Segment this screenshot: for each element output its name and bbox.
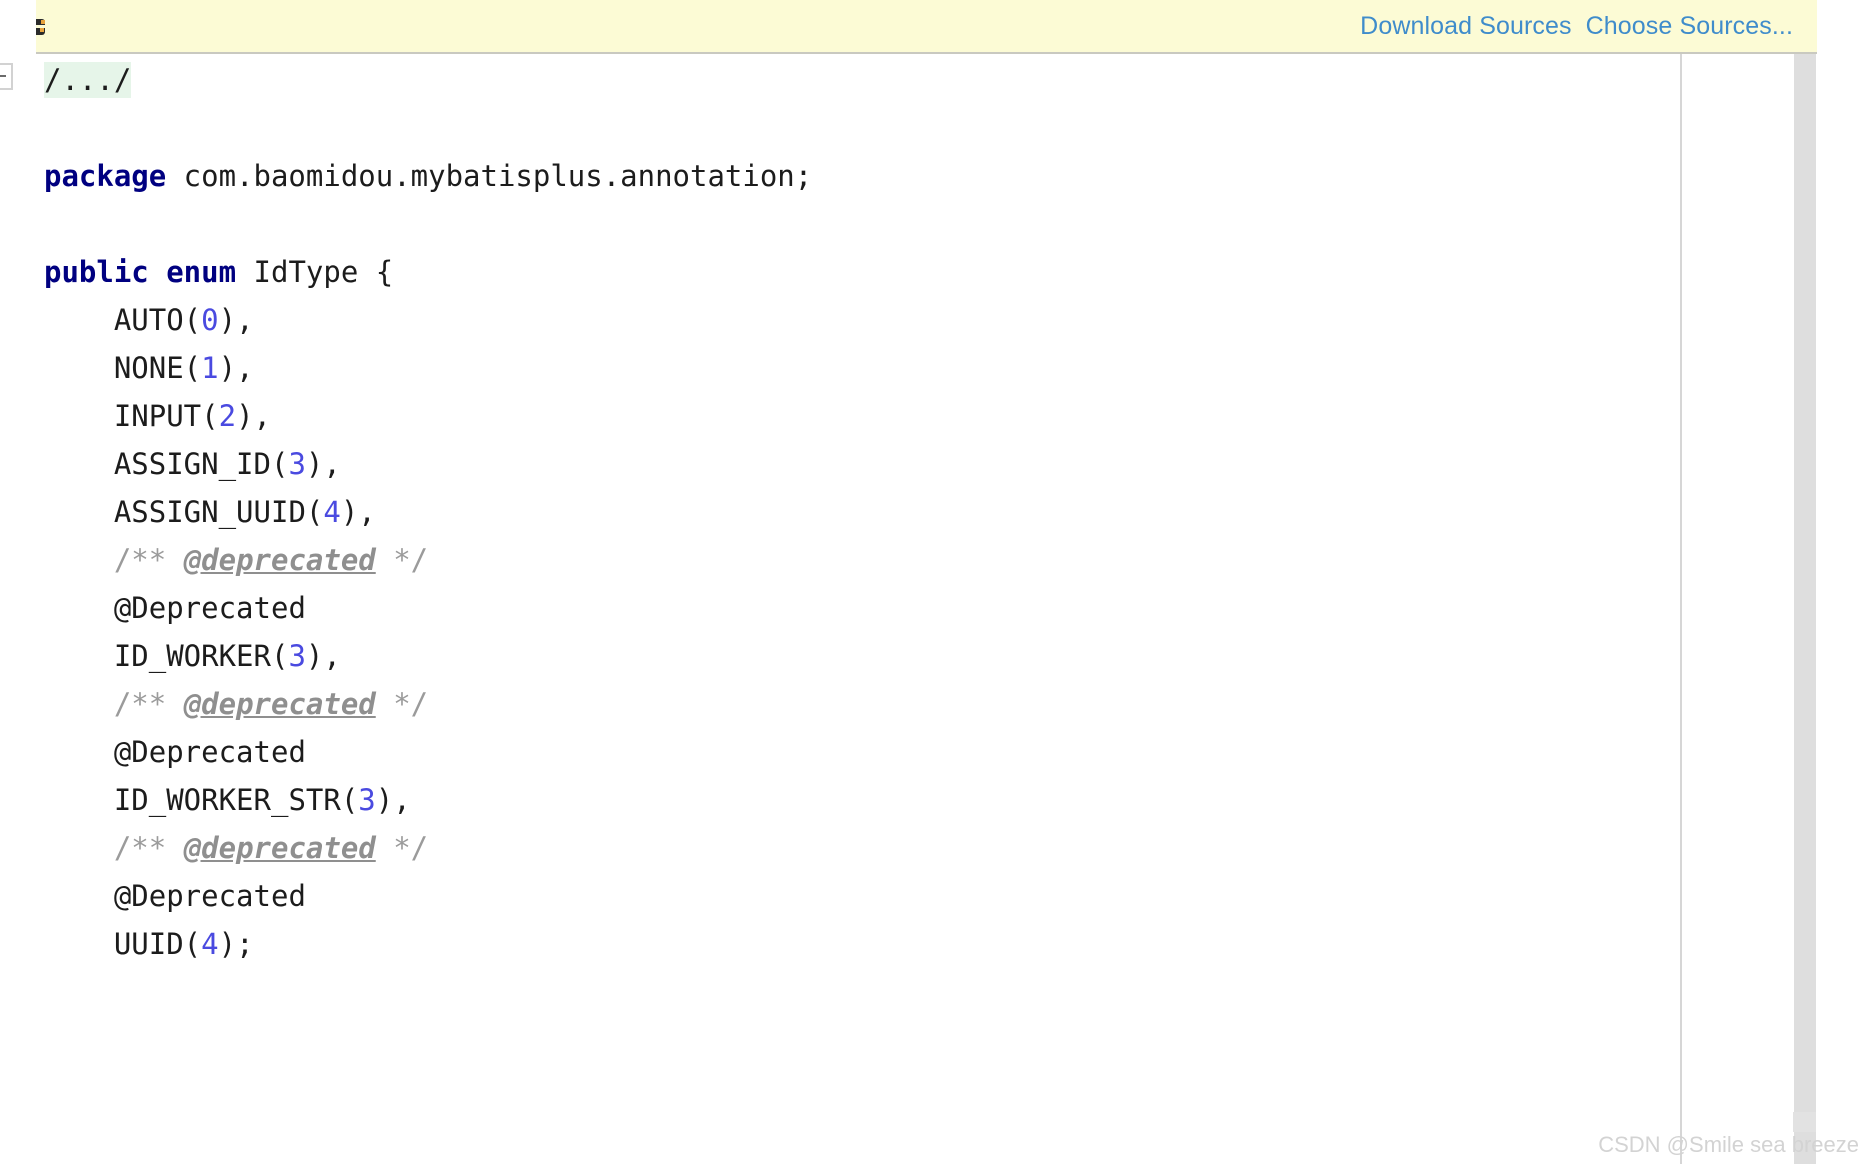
code-line[interactable]: AUTO(0), <box>36 296 812 344</box>
top-right-corner <box>1817 0 1873 54</box>
editor-marker-panel <box>1682 54 1794 1164</box>
code-token-plain: ID_WORKER_STR( <box>113 783 359 817</box>
code-line[interactable]: ASSIGN_UUID(4), <box>36 488 812 536</box>
code-token-jdoc: @deprecated <box>183 543 376 577</box>
code-line[interactable] <box>36 104 812 152</box>
code-token-plain: NONE( <box>113 351 202 385</box>
code-token-comment: */ <box>375 831 429 865</box>
code-token-plain: @Deprecated <box>113 879 306 913</box>
code-token-plain: ), <box>305 639 341 673</box>
code-line[interactable]: /** @deprecated */ <box>36 680 812 728</box>
code-token-plain: ), <box>236 399 271 433</box>
code-token-plain: IdType { <box>236 255 394 289</box>
code-token-comment: /** <box>113 687 184 721</box>
code-line[interactable]: INPUT(2), <box>36 392 812 440</box>
code-line[interactable]: UUID(4); <box>36 920 812 968</box>
code-line[interactable]: NONE(1), <box>36 344 812 392</box>
notification-actions: Download Sources Choose Sources... <box>1360 0 1793 52</box>
vertical-scrollbar[interactable] <box>1794 54 1816 1164</box>
code-line[interactable] <box>36 200 812 248</box>
code-token-comment: */ <box>375 543 429 577</box>
code-token-num: 4 <box>323 495 341 529</box>
code-token-comment: */ <box>375 687 429 721</box>
code-token-num: 2 <box>218 399 237 433</box>
code-line[interactable]: /** @deprecated */ <box>36 824 812 872</box>
code-token-num: 0 <box>201 303 219 337</box>
code-token-plain: AUTO( <box>113 303 202 337</box>
code-token-comment: /** <box>113 831 184 865</box>
code-token-plain: ); <box>218 927 254 961</box>
editor-gutter <box>0 54 36 1164</box>
code-editor[interactable]: /.../ package com.baomidou.mybatisplus.a… <box>36 56 1680 1164</box>
code-token-plain: @Deprecated <box>113 591 306 625</box>
code-lines: /.../ package com.baomidou.mybatisplus.a… <box>36 56 812 968</box>
folded-comment-placeholder[interactable]: /.../ <box>44 62 132 98</box>
collapse-minus-icon[interactable] <box>0 63 13 90</box>
code-line[interactable]: @Deprecated <box>36 872 812 920</box>
csdn-watermark: CSDN @Smile sea breeze <box>1598 1132 1859 1157</box>
download-sources-link[interactable]: Download Sources <box>1360 12 1571 41</box>
code-line[interactable]: @Deprecated <box>36 728 812 776</box>
code-token-plain: ID_WORKER( <box>113 639 289 673</box>
code-token-plain: ), <box>218 351 254 385</box>
code-line[interactable]: package com.baomidou.mybatisplus.annotat… <box>36 152 812 200</box>
code-token-comment: /** <box>113 543 184 577</box>
code-line[interactable]: ASSIGN_ID(3), <box>36 440 812 488</box>
code-token-plain: com.baomidou.mybatisplus.annotation; <box>166 159 813 193</box>
code-token-num: 4 <box>201 927 219 961</box>
code-token-plain: ASSIGN_UUID( <box>113 495 324 529</box>
code-token-num: 1 <box>201 351 219 385</box>
choose-sources-link[interactable]: Choose Sources... <box>1586 12 1793 41</box>
code-token-kw: public enum <box>44 255 237 289</box>
attached-sources-notification-bar: Download Sources Choose Sources... <box>36 0 1817 54</box>
attached-source-icon <box>36 19 47 36</box>
editor-right-margin <box>1816 54 1873 1164</box>
code-token-plain: ), <box>218 303 254 337</box>
code-token-plain: ), <box>305 447 341 481</box>
code-token-jdoc: @deprecated <box>183 831 376 865</box>
code-token-num: 3 <box>358 783 376 817</box>
code-token-plain: ), <box>375 783 411 817</box>
code-line[interactable]: public enum IdType { <box>36 248 812 296</box>
code-token-num: 3 <box>288 447 306 481</box>
code-line[interactable]: ID_WORKER_STR(3), <box>36 776 812 824</box>
code-token-plain: INPUT( <box>113 399 219 433</box>
code-line[interactable]: ID_WORKER(3), <box>36 632 812 680</box>
code-line[interactable]: /** @deprecated */ <box>36 536 812 584</box>
code-token-plain: UUID( <box>113 927 202 961</box>
code-token-jdoc: @deprecated <box>183 687 376 721</box>
code-token-plain: @Deprecated <box>113 735 306 769</box>
code-token-plain: ASSIGN_ID( <box>113 447 289 481</box>
code-token-plain: ), <box>340 495 376 529</box>
code-line[interactable]: @Deprecated <box>36 584 812 632</box>
folded-comment-line[interactable]: /.../ <box>36 56 812 104</box>
code-token-kw: package <box>44 159 167 193</box>
scrollbar-bottom-block <box>1793 1112 1816 1132</box>
code-token-num: 3 <box>288 639 306 673</box>
